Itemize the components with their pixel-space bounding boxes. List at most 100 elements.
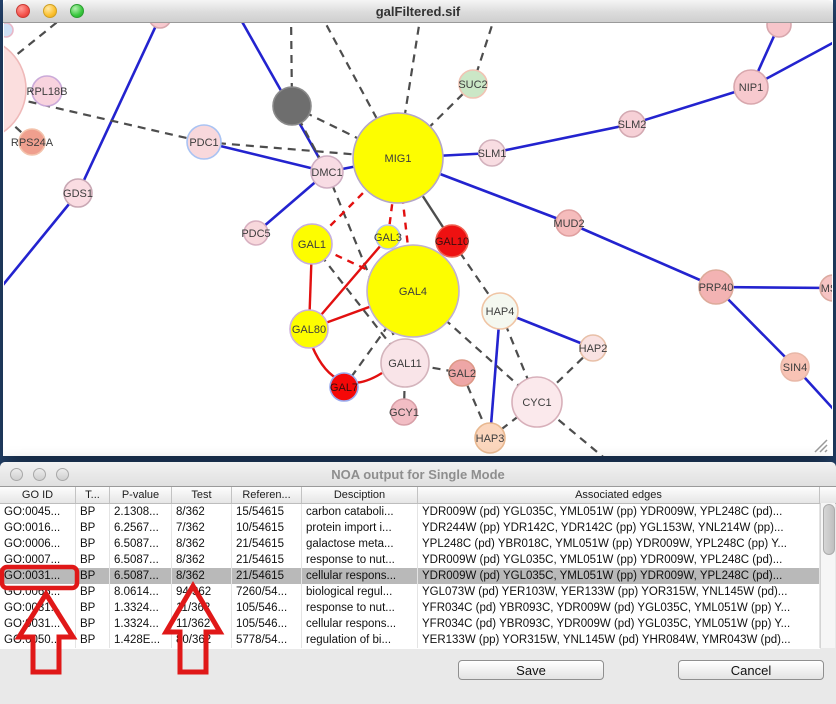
cell-assoc_edges[interactable]: YGL073W (pd) YER103W, YER133W (pp) YOR31… [418, 584, 820, 600]
cell-p_value[interactable]: 6.5087... [110, 552, 172, 568]
cell-reference[interactable]: 105/546... [232, 616, 302, 632]
cell-assoc_edges[interactable]: YDR009W (pd) YGL035C, YML051W (pp) YDR00… [418, 504, 820, 520]
column-header-go-id[interactable]: GO ID [0, 487, 76, 503]
graph-edge[interactable] [569, 223, 716, 287]
cell-description[interactable]: cellular respons... [302, 616, 418, 632]
cell-p_value[interactable]: 6.5087... [110, 536, 172, 552]
cell-p_value[interactable]: 1.3324... [110, 600, 172, 616]
cell-reference[interactable]: 105/546... [232, 600, 302, 616]
noa-window-titlebar[interactable]: NOA output for Single Mode [0, 462, 836, 487]
cell-test[interactable]: 7/362 [172, 520, 232, 536]
zoom-button[interactable] [70, 4, 84, 18]
cell-reference[interactable]: 7260/54... [232, 584, 302, 600]
node-big[interactable] [4, 37, 26, 141]
table-row[interactable]: GO:0006...BP6.5087...8/36221/54615galact… [0, 536, 820, 552]
cell-test[interactable]: 8/362 [172, 552, 232, 568]
minimize-button[interactable] [33, 468, 46, 481]
cell-p_value[interactable]: 1.3324... [110, 616, 172, 632]
cell-reference[interactable]: 21/54615 [232, 536, 302, 552]
cell-assoc_edges[interactable]: YFR034C (pd) YBR093C, YDR009W (pd) YGL03… [418, 600, 820, 616]
graph-window-titlebar[interactable]: galFiltered.sif [3, 0, 833, 23]
table-row[interactable]: GO:0016...BP6.2567...7/36210/54615protei… [0, 520, 820, 536]
zoom-button[interactable] [56, 468, 69, 481]
cell-assoc_edges[interactable]: YER133W (pp) YOR315W, YNL145W (pd) YHR08… [418, 632, 820, 648]
cell-go_id[interactable]: GO:0016... [0, 520, 76, 536]
cell-test[interactable]: 11/362 [172, 616, 232, 632]
cell-go_id[interactable]: GO:0007... [0, 552, 76, 568]
table-row[interactable]: GO:0031...BP1.3324...11/362105/546...cel… [0, 616, 820, 632]
cell-description[interactable]: biological regul... [302, 584, 418, 600]
cell-type[interactable]: BP [76, 616, 110, 632]
cell-type[interactable]: BP [76, 600, 110, 616]
column-header-desciption[interactable]: Desciption [302, 487, 418, 503]
table-row[interactable]: GO:0065...BP8.0614...94/3627260/54...bio… [0, 584, 820, 600]
cell-test[interactable]: 8/362 [172, 504, 232, 520]
cell-assoc_edges[interactable]: YDR009W (pd) YGL035C, YML051W (pp) YDR00… [418, 552, 820, 568]
resize-grip[interactable] [811, 436, 831, 454]
node-tl[interactable] [149, 23, 171, 28]
cell-go_id[interactable]: GO:0031... [0, 568, 76, 584]
cell-description[interactable]: response to nut... [302, 600, 418, 616]
graph-edge[interactable] [490, 311, 500, 438]
cell-go_id[interactable]: GO:0006... [0, 536, 76, 552]
cell-p_value[interactable]: 6.2567... [110, 520, 172, 536]
save-button[interactable]: Save [458, 660, 604, 680]
graph-edge[interactable] [632, 87, 751, 124]
table-row[interactable]: GO:0050...BP1.428E...80/3625778/54...reg… [0, 632, 820, 648]
cell-type[interactable]: BP [76, 536, 110, 552]
graph-edge[interactable] [4, 193, 78, 291]
table-row[interactable]: GO:0031...BP1.3324...11/362105/546...res… [0, 600, 820, 616]
cell-go_id[interactable]: GO:0031... [0, 600, 76, 616]
cell-reference[interactable]: 10/54615 [232, 520, 302, 536]
cell-test[interactable]: 94/362 [172, 584, 232, 600]
cell-go_id[interactable]: GO:0045... [0, 504, 76, 520]
cell-test[interactable]: 8/362 [172, 536, 232, 552]
cell-assoc_edges[interactable]: YDR009W (pd) YGL035C, YML051W (pp) YDR00… [418, 568, 820, 584]
graph-edge[interactable] [492, 124, 632, 153]
cell-description[interactable]: carbon cataboli... [302, 504, 418, 520]
close-button[interactable] [16, 4, 30, 18]
scrollbar-thumb[interactable] [823, 504, 835, 555]
node-gray[interactable] [273, 87, 311, 125]
cell-test[interactable]: 8/362 [172, 568, 232, 584]
column-header-p-value[interactable]: P-value [110, 487, 172, 503]
node-corner[interactable] [4, 23, 13, 37]
cell-type[interactable]: BP [76, 632, 110, 648]
cell-test[interactable]: 80/362 [172, 632, 232, 648]
table-row[interactable]: GO:0031...BP6.5087...8/36221/54615cellul… [0, 568, 820, 584]
cell-description[interactable]: regulation of bi... [302, 632, 418, 648]
cell-assoc_edges[interactable]: YFR034C (pd) YBR093C, YDR009W (pd) YGL03… [418, 616, 820, 632]
cell-type[interactable]: BP [76, 504, 110, 520]
cell-p_value[interactable]: 2.1308... [110, 504, 172, 520]
graph-edge[interactable] [78, 23, 160, 193]
network-canvas[interactable]: RPL18BRPS24AGDS1PDC1PDC5DMC1MIG1SUC2SLM1… [3, 23, 833, 456]
cell-p_value[interactable]: 6.5087... [110, 568, 172, 584]
node-tr[interactable] [767, 23, 791, 37]
cell-reference[interactable]: 15/54615 [232, 504, 302, 520]
column-header-test[interactable]: Test [172, 487, 232, 503]
cell-go_id[interactable]: GO:0065... [0, 584, 76, 600]
cell-type[interactable]: BP [76, 552, 110, 568]
cell-type[interactable]: BP [76, 568, 110, 584]
cell-go_id[interactable]: GO:0050... [0, 632, 76, 648]
table-row[interactable]: GO:0045...BP2.1308...8/36215/54615carbon… [0, 504, 820, 520]
cell-description[interactable]: protein import i... [302, 520, 418, 536]
close-button[interactable] [10, 468, 23, 481]
cell-description[interactable]: cellular respons... [302, 568, 418, 584]
cell-reference[interactable]: 21/54615 [232, 552, 302, 568]
cell-go_id[interactable]: GO:0031... [0, 616, 76, 632]
table-scrollbar[interactable] [820, 503, 835, 648]
cell-type[interactable]: BP [76, 584, 110, 600]
table-row[interactable]: GO:0007...BP6.5087...8/36221/54615respon… [0, 552, 820, 568]
cancel-button[interactable]: Cancel [678, 660, 824, 680]
cell-test[interactable]: 11/362 [172, 600, 232, 616]
column-header-referen-[interactable]: Referen... [232, 487, 302, 503]
cell-assoc_edges[interactable]: YDR244W (pp) YDR142C, YDR142C (pp) YGL15… [418, 520, 820, 536]
cell-reference[interactable]: 21/54615 [232, 568, 302, 584]
column-header-t-[interactable]: T... [76, 487, 110, 503]
cell-type[interactable]: BP [76, 520, 110, 536]
cell-p_value[interactable]: 8.0614... [110, 584, 172, 600]
minimize-button[interactable] [43, 4, 57, 18]
column-header-associated-edges[interactable]: Associated edges [418, 487, 820, 503]
cell-description[interactable]: response to nut... [302, 552, 418, 568]
